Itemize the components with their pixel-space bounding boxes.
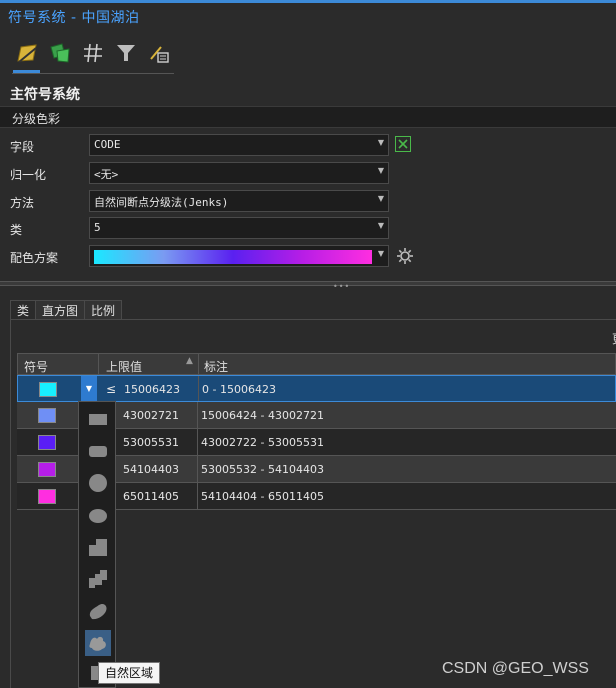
column-divider [198, 376, 199, 401]
column-header-symbol[interactable]: 符号 [24, 358, 48, 375]
symbology-toolbar [12, 38, 174, 74]
shape-option-notched-block[interactable] [85, 534, 111, 560]
symbol-shape-dropdown [78, 401, 116, 688]
tab-strip: 类 直方图 比例 [10, 300, 123, 320]
class-color-swatch[interactable] [38, 408, 56, 423]
shape-option-natural-area[interactable] [85, 630, 111, 656]
label-settings-icon [150, 46, 170, 63]
upper-value[interactable]: 65011405 [123, 490, 179, 503]
tool-vary-symbology[interactable] [45, 38, 74, 68]
tab-histogram[interactable]: 直方图 [35, 300, 86, 320]
column-divider [198, 354, 199, 376]
method-select[interactable]: 自然间断点分级法(Jenks) ▼ [89, 190, 389, 212]
classes-value: 5 [94, 221, 101, 234]
tool-primary-symbology[interactable] [12, 38, 41, 73]
rounded-rectangle-shape-icon [89, 446, 107, 457]
chevron-down-icon: ▼ [377, 221, 384, 230]
chevron-down-icon: ▼ [377, 194, 384, 203]
shape-tooltip: 自然区域 [98, 662, 161, 684]
class-label[interactable]: 43002722 - 53005531 [201, 436, 324, 449]
watermark: CSDN @GEO_WSS [442, 660, 589, 677]
shape-option-circle[interactable] [85, 470, 111, 496]
ellipse-shape-icon [89, 509, 107, 523]
stepped-block-shape-icon [89, 570, 107, 588]
primary-symbology-icon [16, 44, 37, 63]
upper-value[interactable]: 53005531 [123, 436, 179, 449]
classes-select[interactable]: 5 ▼ [89, 217, 389, 239]
grid-icon [84, 43, 102, 63]
window-top-accent [0, 0, 616, 3]
upper-value[interactable]: 15006423 [124, 383, 180, 396]
circle-shape-icon [89, 474, 107, 492]
column-divider [98, 354, 99, 376]
upper-value[interactable]: 54104403 [123, 463, 179, 476]
shape-option-blob[interactable] [85, 598, 111, 624]
method-value: 自然间断点分级法(Jenks) [94, 196, 229, 209]
class-color-swatch[interactable] [38, 489, 56, 504]
color-scheme-label: 配色方案 [10, 251, 59, 265]
natural-area-shape-icon [89, 636, 106, 651]
tool-grid[interactable] [78, 38, 107, 68]
more-options-link[interactable]: 更 [612, 330, 616, 347]
field-select[interactable]: CODE ▼ [89, 134, 389, 156]
class-label[interactable]: 0 - 15006423 [202, 383, 276, 396]
normalization-select[interactable]: <无> ▼ [89, 162, 389, 184]
symbology-mode-value: 分级色彩 [12, 112, 61, 126]
tool-filter[interactable] [112, 38, 141, 68]
tool-label-settings[interactable] [145, 38, 174, 68]
chevron-down-icon: ▼ [377, 249, 384, 258]
normalization-value: <无> [94, 168, 119, 181]
window-title: 符号系统 - 中国湖泊 [8, 10, 140, 26]
chevron-down-icon: ▼ [377, 138, 384, 147]
shape-option-stepped-block[interactable] [85, 566, 111, 592]
vary-symbology-icon [50, 43, 70, 63]
column-divider [197, 402, 198, 428]
field-value: CODE [94, 138, 121, 151]
rectangle-shape-icon [89, 414, 107, 425]
filter-icon [117, 45, 136, 61]
column-header-upper[interactable]: 上限值 [106, 358, 142, 375]
table-header: 符号 上限值 ▲ 标注 [17, 353, 616, 376]
classes-label: 类 [10, 223, 23, 237]
shape-option-rounded-rectangle[interactable] [85, 438, 111, 464]
class-label[interactable]: 15006424 - 43002721 [201, 409, 324, 422]
panel-splitter[interactable] [0, 281, 616, 286]
less-equal-sign: ≤ [106, 382, 117, 396]
color-ramp-preview [94, 250, 372, 264]
sort-ascending-icon: ▲ [186, 356, 193, 366]
splitter-grip-icon: ••• [333, 282, 351, 291]
method-label: 方法 [10, 196, 35, 210]
class-label[interactable]: 53005532 - 54104403 [201, 463, 324, 476]
color-scheme-select[interactable]: ▼ [89, 245, 389, 267]
shape-option-ellipse[interactable] [85, 502, 111, 528]
column-divider [197, 456, 198, 482]
column-divider [197, 429, 198, 455]
expression-icon [398, 139, 408, 149]
class-color-swatch[interactable] [38, 462, 56, 477]
class-color-swatch[interactable] [39, 382, 57, 397]
class-color-swatch[interactable] [38, 435, 56, 450]
table-row[interactable]: ▼ ≤ 15006423 0 - 15006423 [17, 375, 616, 402]
symbology-mode-select[interactable]: 分级色彩 [0, 106, 616, 128]
expression-button[interactable] [395, 136, 411, 152]
shape-option-rectangle[interactable] [85, 406, 111, 432]
column-header-label[interactable]: 标注 [204, 358, 228, 375]
class-label[interactable]: 54104404 - 65011405 [201, 490, 324, 503]
notched-block-shape-icon [89, 539, 107, 556]
normalization-label: 归一化 [10, 168, 47, 182]
tab-scale[interactable]: 比例 [84, 300, 123, 320]
column-divider [197, 483, 198, 509]
upper-value[interactable]: 43002721 [123, 409, 179, 422]
tab-classes[interactable]: 类 [10, 300, 37, 320]
chevron-down-icon: ▼ [377, 166, 384, 175]
section-title: 主符号系统 [10, 87, 80, 103]
chevron-down-icon[interactable]: ▼ [81, 376, 97, 402]
blob-shape-icon [89, 603, 107, 620]
field-label: 字段 [10, 140, 35, 154]
gear-icon[interactable] [396, 247, 414, 265]
